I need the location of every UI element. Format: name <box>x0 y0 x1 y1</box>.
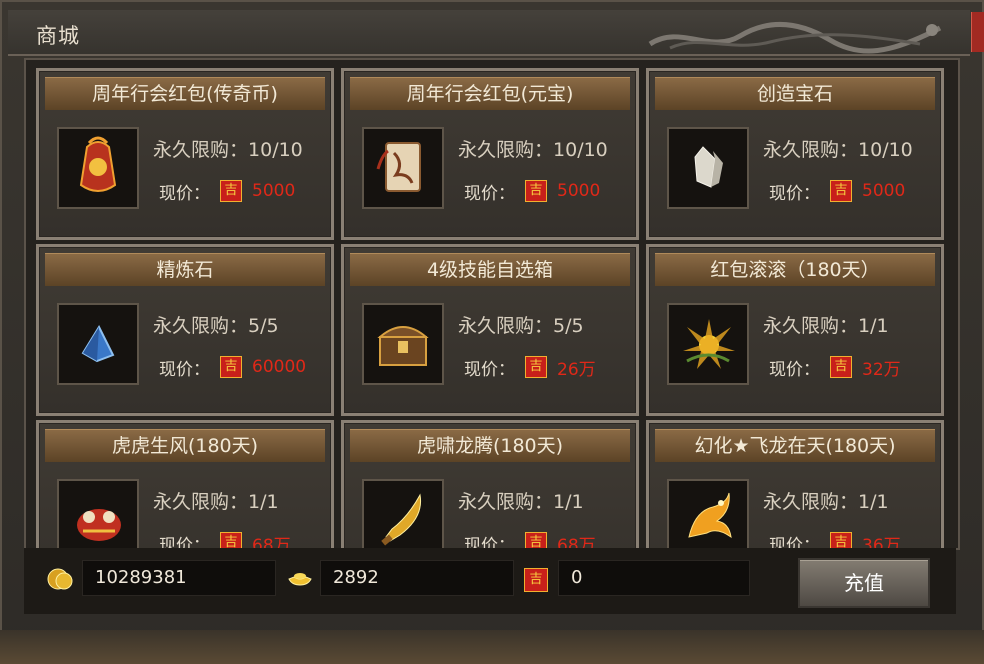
shop-item-card[interactable]: 精炼石 永久限购：5/5 现价： 吉 60000 <box>36 244 334 416</box>
price-row: 现价： 吉 5000 <box>769 180 906 204</box>
coupon-icon: 吉 <box>525 356 547 378</box>
item-name: 幻化★飞龙在天(180天) <box>655 429 935 462</box>
shop-item-card[interactable]: 虎虎生风(180天) 永久限购：1/1 现价： 吉 68万 <box>36 420 334 548</box>
currency-bar: 10289381 2892 吉 0 充值 <box>24 548 956 614</box>
coin-balance: 10289381 <box>82 560 276 596</box>
item-price: 60000 <box>252 357 307 377</box>
purchase-limit: 永久限购：5/5 <box>153 315 279 337</box>
red-pouch-icon <box>79 136 117 192</box>
item-price: 5000 <box>862 181 906 201</box>
item-price: 26万 <box>557 359 596 380</box>
coupon-icon: 吉 <box>220 180 242 202</box>
item-icon-slot[interactable] <box>667 479 749 548</box>
item-icon-slot[interactable] <box>362 127 444 209</box>
shop-window: 商城 周年行会红包(传奇币) 永久限购：10/10 现价： 吉 5000 周年行… <box>0 0 984 664</box>
item-icon-slot[interactable] <box>667 303 749 385</box>
item-icon-slot[interactable] <box>57 303 139 385</box>
shop-item-card[interactable]: 周年行会红包(传奇币) 永久限购：10/10 现价： 吉 5000 <box>36 68 334 240</box>
purchase-limit: 永久限购：1/1 <box>763 491 889 513</box>
window-title: 商城 <box>36 24 80 48</box>
item-name: 4级技能自选箱 <box>350 253 630 286</box>
close-button[interactable] <box>971 12 984 52</box>
coupon-icon: 吉 <box>830 356 852 378</box>
item-price: 5000 <box>252 181 296 201</box>
item-name: 虎虎生风(180天) <box>45 429 325 462</box>
gold-ingot-icon <box>288 573 312 586</box>
price-row: 现价： 吉 5000 <box>159 180 296 204</box>
coupon-icon: 吉 <box>220 356 242 378</box>
game-scene-background <box>0 630 984 664</box>
item-name: 红包滚滚（180天） <box>655 253 935 286</box>
shop-item-card[interactable]: 周年行会红包(元宝) 永久限购：10/10 现价： 吉 5000 <box>341 68 639 240</box>
purchase-limit: 永久限购：1/1 <box>153 491 279 513</box>
coupon-icon: 吉 <box>525 180 547 202</box>
item-icon-slot[interactable] <box>667 127 749 209</box>
purchase-limit: 永久限购：1/1 <box>763 315 889 337</box>
purchase-limit: 永久限购：5/5 <box>458 315 584 337</box>
price-row: 现价： 吉 60000 <box>159 356 307 380</box>
coupon-balance: 0 <box>558 560 750 596</box>
purchase-limit: 永久限购：1/1 <box>458 491 584 513</box>
purchase-limit: 永久限购：10/10 <box>153 139 303 161</box>
item-name: 精炼石 <box>45 253 325 286</box>
crystal-icon <box>694 146 723 188</box>
purchase-limit: 永久限购：10/10 <box>458 139 608 161</box>
item-name: 周年行会红包(传奇币) <box>45 77 325 110</box>
purchase-limit: 永久限购：10/10 <box>763 139 913 161</box>
treasure-chest-icon <box>377 326 429 366</box>
item-name: 周年行会红包(元宝) <box>350 77 630 110</box>
price-row: 现价： 吉 5000 <box>464 180 601 204</box>
ingot-balance: 2892 <box>320 560 514 596</box>
coupon-icon: 吉 <box>524 568 548 592</box>
tiger-icon <box>77 509 121 541</box>
title-bar[interactable] <box>8 10 970 56</box>
shop-item-card[interactable]: 创造宝石 永久限购：10/10 现价： 吉 5000 <box>646 68 944 240</box>
coupon-icon: 吉 <box>830 180 852 202</box>
price-row: 现价： 吉 26万 <box>464 355 596 380</box>
dragon-ornament-icon <box>648 21 942 54</box>
item-icon-slot[interactable] <box>57 479 139 548</box>
shop-item-card[interactable]: 虎啸龙腾(180天) 永久限购：1/1 现价： 吉 68万 <box>341 420 639 548</box>
price-row: 现价： 吉 32万 <box>769 355 901 380</box>
item-grid: 周年行会红包(传奇币) 永久限购：10/10 现价： 吉 5000 周年行会红包… <box>24 58 960 550</box>
item-name: 虎啸龙腾(180天) <box>350 429 630 462</box>
shop-item-card[interactable]: 幻化★飞龙在天(180天) 永久限购：1/1 现价： 吉 36万 <box>646 420 944 548</box>
item-price: 32万 <box>862 359 901 380</box>
shop-item-card[interactable]: 红包滚滚（180天） 永久限购：1/1 现价： 吉 32万 <box>646 244 944 416</box>
recharge-button[interactable]: 充值 <box>798 558 930 608</box>
item-icon-slot[interactable] <box>362 479 444 548</box>
flying-dragon-icon <box>688 492 732 539</box>
shop-item-card[interactable]: 4级技能自选箱 永久限购：5/5 现价： 吉 26万 <box>341 244 639 416</box>
item-name: 创造宝石 <box>655 77 935 110</box>
item-icon-slot[interactable] <box>57 127 139 209</box>
item-price: 5000 <box>557 181 601 201</box>
blue-gem-icon <box>81 324 115 363</box>
red-envelope-icon <box>376 142 421 192</box>
item-icon-slot[interactable] <box>362 303 444 385</box>
gold-coin-icon <box>47 568 73 590</box>
golden-blade-icon <box>381 493 422 546</box>
gold-burst-icon <box>683 319 735 369</box>
